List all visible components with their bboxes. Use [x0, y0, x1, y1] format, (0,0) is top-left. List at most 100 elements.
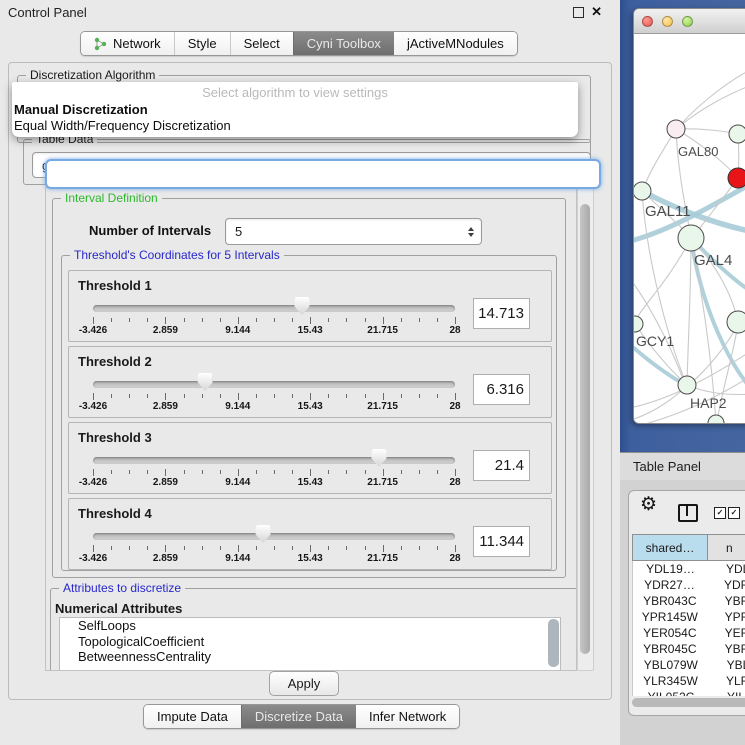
table-row[interactable]: YDL19…YDL1 [633, 561, 745, 577]
tick-mark [419, 546, 420, 550]
attributes-list-scrollbar[interactable] [548, 619, 559, 667]
node-bottom-partial[interactable] [708, 415, 724, 423]
table-row[interactable]: YLR345WYLR3 [633, 673, 745, 689]
tab-impute-data[interactable]: Impute Data [144, 705, 241, 728]
cell-name[interactable]: YBR0 [707, 642, 745, 656]
tab-cyni-toolbox-label: Cyni Toolbox [307, 36, 381, 51]
slider-handle-icon[interactable] [371, 449, 386, 467]
threshold-value-field[interactable]: 14.713 [473, 298, 530, 329]
table-row[interactable]: YIL052CYIL0 [633, 689, 745, 696]
table-row[interactable]: YPR145WYPR1 [633, 609, 745, 625]
checkbox-icon[interactable]: ✓ [728, 507, 740, 519]
threshold-value-field[interactable]: 21.4 [473, 450, 530, 481]
close-traffic-light-icon[interactable] [642, 16, 653, 27]
number-of-intervals-value: 5 [235, 224, 242, 239]
tick-mark [383, 545, 384, 552]
tick-mark [274, 546, 275, 550]
zoom-traffic-light-icon[interactable] [682, 16, 693, 27]
slider-tick-labels: -3.4262.8599.14415.4321.71528 [93, 553, 455, 565]
threshold-slider[interactable]: -3.4262.8599.14415.4321.71528 [93, 499, 455, 569]
slider-handle-icon[interactable] [198, 373, 213, 391]
cell-name[interactable]: YBL0 [709, 658, 745, 672]
number-of-intervals-combobox[interactable]: 5 [225, 218, 482, 245]
node-red-selected[interactable] [728, 168, 745, 188]
attribute-list-item[interactable]: TopologicalCoefficient [60, 634, 560, 650]
table-row[interactable]: YBR045CYBR0 [633, 641, 745, 657]
main-scrollbar-thumb[interactable] [580, 204, 590, 654]
cell-shared-name[interactable]: YDL19… [633, 562, 708, 576]
dropdown-option-manual[interactable]: Manual Discretization [12, 102, 578, 118]
node-top-right[interactable] [729, 125, 745, 143]
threshold-slider[interactable]: -3.4262.8599.14415.4321.71528 [93, 271, 455, 341]
cell-shared-name[interactable]: YER054C [633, 626, 707, 640]
tick-mark [292, 394, 293, 398]
dropdown-option-equal-width[interactable]: Equal Width/Frequency Discretization [12, 118, 578, 134]
cell-shared-name[interactable]: YDR27… [633, 578, 706, 592]
cell-shared-name[interactable]: YPR145W [633, 610, 707, 624]
node-gal80[interactable] [667, 120, 685, 138]
tab-jactivemnodules[interactable]: jActiveMNodules [394, 32, 517, 55]
slider-track[interactable] [93, 533, 455, 540]
control-panel-titlebar: Control Panel ✕ [0, 0, 620, 24]
attribute-list-item[interactable]: SelfLoops [60, 618, 560, 634]
gear-icon[interactable]: ⚙ [640, 493, 657, 516]
tab-style[interactable]: Style [174, 32, 230, 55]
cell-shared-name[interactable]: YIL052C [633, 690, 709, 696]
table-row[interactable]: YDR27…YDR2 [633, 577, 745, 593]
threshold-slider[interactable]: -3.4262.8599.14415.4321.71528 [93, 347, 455, 417]
slider-handle-icon[interactable] [256, 525, 271, 543]
numerical-attributes-list[interactable]: SelfLoopsTopologicalCoefficientBetweenne… [59, 617, 561, 671]
column-header-shared[interactable]: shared… [632, 534, 708, 561]
tick-mark [310, 393, 311, 400]
threshold-value-field[interactable]: 6.316 [473, 374, 530, 405]
table-horizontal-scrollbar[interactable] [632, 698, 745, 707]
threshold-slider[interactable]: -3.4262.8599.14415.4321.71528 [93, 423, 455, 493]
table-row[interactable]: YBL079WYBL0 [633, 657, 745, 673]
column-header-name[interactable]: n [708, 534, 745, 561]
network-canvas[interactable]: GAL80 GA C GAL11 GAL4 GCY1 H HAP2 [634, 34, 745, 423]
cell-shared-name[interactable]: YBL079W [633, 658, 709, 672]
table-row[interactable]: YER054CYER0 [633, 625, 745, 641]
split-columns-icon[interactable] [678, 504, 698, 522]
node-h[interactable] [727, 311, 745, 333]
table-rows: YDL19…YDL1YDR27…YDR2YBR043CYBR0YPR145WYP… [632, 561, 745, 696]
tick-mark [129, 318, 130, 322]
slider-track[interactable] [93, 457, 455, 464]
close-window-icon[interactable]: ✕ [591, 6, 602, 18]
network-window-titlebar[interactable] [634, 9, 745, 34]
cell-name[interactable]: YDL1 [708, 562, 745, 576]
cell-shared-name[interactable]: YBR045C [633, 642, 707, 656]
cell-name[interactable]: YIL0 [709, 690, 745, 696]
tab-network[interactable]: Network [81, 32, 174, 55]
checkbox-icon[interactable]: ✓ [714, 507, 726, 519]
table-row[interactable]: YBR043CYBR0 [633, 593, 745, 609]
node-gal4[interactable] [678, 225, 704, 251]
cell-name[interactable]: YBR0 [707, 594, 745, 608]
tab-cyni-toolbox[interactable]: Cyni Toolbox [293, 32, 394, 55]
slider-handle-icon[interactable] [294, 297, 309, 315]
main-scrollbar[interactable] [577, 187, 594, 671]
minimize-traffic-light-icon[interactable] [662, 16, 673, 27]
combo-spinner-icon[interactable] [468, 227, 474, 237]
slider-track[interactable] [93, 381, 455, 388]
node-gcy1[interactable] [634, 316, 643, 332]
tab-select[interactable]: Select [230, 32, 293, 55]
dropdown-prompt[interactable]: Select algorithm to view settings [12, 82, 578, 102]
cell-name[interactable]: YPR1 [707, 610, 745, 624]
attribute-list-item[interactable]: BetweennessCentrality [60, 649, 560, 665]
float-window-icon[interactable] [573, 7, 584, 18]
node-hap2[interactable] [678, 376, 696, 394]
apply-button[interactable]: Apply [269, 671, 339, 696]
slider-track[interactable] [93, 305, 455, 312]
threshold-value-field[interactable]: 11.344 [473, 526, 530, 557]
algorithm-combobox[interactable] [45, 159, 601, 189]
cell-name[interactable]: YER0 [707, 626, 745, 640]
cell-shared-name[interactable]: YBR043C [633, 594, 707, 608]
node-gal11[interactable] [634, 182, 651, 200]
tick-mark [346, 318, 347, 322]
tab-infer-network[interactable]: Infer Network [356, 705, 459, 728]
tab-discretize-data[interactable]: Discretize Data [241, 705, 356, 728]
cell-name[interactable]: YLR3 [708, 674, 745, 688]
cell-name[interactable]: YDR2 [706, 578, 745, 592]
cell-shared-name[interactable]: YLR345W [633, 674, 708, 688]
